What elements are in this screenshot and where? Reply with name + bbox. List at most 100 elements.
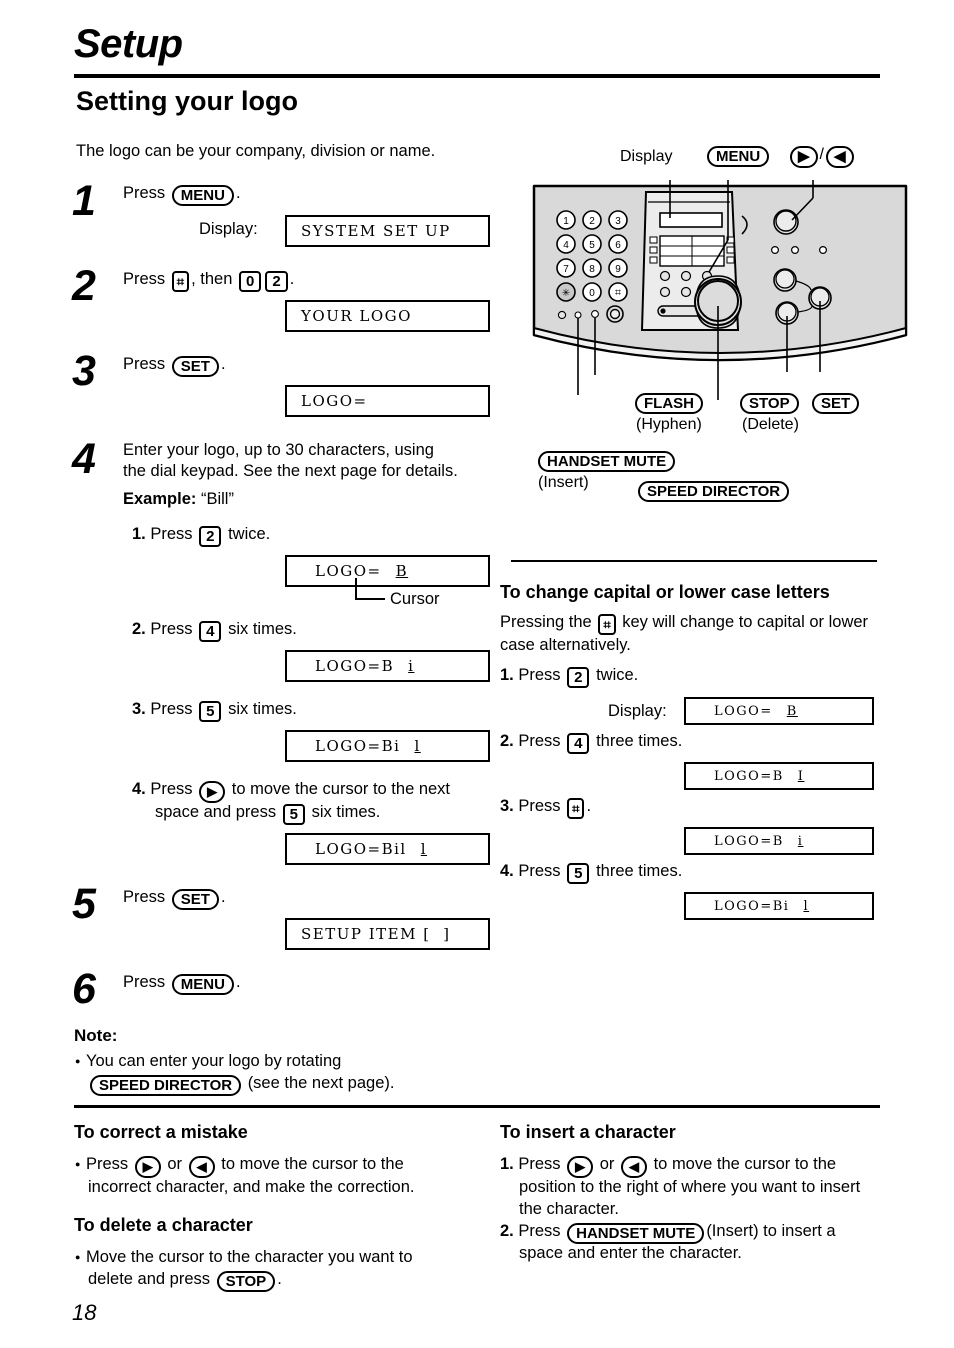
insert-s1-e: the character. [519,1200,619,1218]
substep-4-2-before: Press [150,620,193,638]
case-substep-2-num: 2. [500,732,514,750]
set-key[interactable]: SET [812,393,860,414]
substep-4-4: 4. Press ▶ to move the cursor to the nex… [132,779,532,803]
lcd-pre-case-2: LOGO=B [714,768,784,784]
lcd-pre-4-2: LOGO=B [315,657,395,675]
substep-4-3-before: Press [150,700,193,718]
menu-key[interactable]: MENU [171,185,234,206]
step-4-line1: Enter your logo, up to 30 characters, us… [123,441,434,459]
page-number: 18 [72,1300,97,1325]
case-substep-4-after: three times. [596,862,683,880]
speed-director-key[interactable]: SPEED DIRECTOR [638,481,790,502]
callout-flash-sub: (Hyphen) [636,416,702,433]
right-arrow-key[interactable]: ▶ [567,1156,594,1178]
substep-4-4-after-l2a: space and press [155,803,277,821]
set-key[interactable]: SET [171,356,219,377]
hash-key[interactable]: ⌗ [598,614,616,635]
lcd-text-4-2: LOGO=B i [287,657,414,675]
case-substep-3-after: . [586,797,592,815]
left-arrow-key[interactable]: ◀ [826,146,854,168]
note-line2: (see the next page). [247,1074,395,1092]
callout-handset-mute-sub: (Insert) [538,474,589,491]
substep-4-3: 3. Press 5 six times. [132,699,297,722]
hash-key[interactable]: ⌗ [171,271,190,292]
lcd-text-case-3: LOGO=B i [686,834,803,849]
correct-section-bullet: Press ▶ or ◀ to move the cursor to the [75,1154,486,1178]
lcd-pre-case-3: LOGO=B [714,833,784,849]
set-key[interactable]: SET [171,889,219,910]
step-2-text: Press ⌗, then 02. [123,269,294,292]
case-section-title: To change capital or lower case letters [500,582,830,602]
device-illustration: Display MENU ▶ / ◀ 1 2 3 4 5 6 7 8 9 ✳ 0… [520,146,920,528]
lcd-pre-case-4: LOGO=Bi [714,898,790,914]
step-1-period: . [235,184,241,202]
digit-key-5[interactable]: 5 [199,701,222,722]
lcd-cursor-case-1: B [786,703,798,719]
digit-key-2[interactable]: 2 [199,526,222,547]
lcd-text-case-1: LOGO= B [686,704,798,719]
substep-4-3-num: 3. [132,700,146,718]
svg-text:8: 8 [589,264,595,275]
substep-4-3-after: six times. [228,700,297,718]
digit-key-4[interactable]: 4 [567,733,590,754]
lcd-cursor-case-2: I [797,768,805,784]
digit-key-2[interactable]: 2 [567,667,590,688]
left-arrow-key[interactable]: ◀ [621,1156,647,1178]
case-substep-3-before: Press [518,797,561,815]
substep-4-4-before: Press [150,780,193,798]
step-5-label: Press [123,888,166,906]
hash-key[interactable]: ⌗ [567,798,585,819]
insert-s1-d: position to the right of where you want … [519,1178,861,1196]
intro-text: The logo can be your company, division o… [76,142,436,160]
lcd-text-1: SYSTEM SET UP [301,222,451,240]
step-number-3: 3 [72,347,96,395]
case-substep-3-num: 3. [500,797,514,815]
stop-key[interactable]: STOP [740,393,799,414]
menu-key[interactable]: MENU [171,974,234,995]
substep-4-1: 1. Press 2 twice. [132,524,270,547]
lcd-cursor-case-3: i [797,833,804,849]
svg-text:1: 1 [563,216,569,227]
lcd-text-case-2: LOGO=B I [686,769,804,784]
callout-arrows: ▶ / ◀ [788,146,856,168]
stop-key[interactable]: STOP [216,1271,276,1292]
right-arrow-key[interactable]: ▶ [134,1156,161,1178]
example-value: “Bill” [200,490,234,508]
digit-key-5[interactable]: 5 [567,863,590,884]
step-5-period: . [220,888,226,906]
lcd-box-4-2: LOGO=B i [285,650,490,682]
substep-4-4-after-l1: to move the cursor to the next [231,780,451,798]
lcd-box-case-3: LOGO=B i [684,827,874,855]
delete-line2b: . [277,1270,282,1288]
step-4-text: Enter your logo, up to 30 characters, us… [123,440,523,481]
delete-section-bullet: Move the cursor to the character you wan… [75,1247,486,1268]
right-arrow-key[interactable]: ▶ [199,781,226,803]
step-2-mid: , then [191,270,233,288]
digit-key-4[interactable]: 4 [199,621,222,642]
cursor-label: Cursor [390,590,440,608]
digit-key-2[interactable]: 2 [265,271,288,292]
svg-text:7: 7 [563,264,569,275]
step-3-period: . [220,355,226,373]
lcd-box-4-4: LOGO=Bil l [285,833,490,865]
left-arrow-key[interactable]: ◀ [188,1156,215,1178]
speed-director-key[interactable]: SPEED DIRECTOR [90,1075,242,1096]
menu-key[interactable]: MENU [707,146,770,167]
step-1-text: Press MENU. [123,183,241,206]
right-arrow-key[interactable]: ▶ [790,146,818,168]
insert-s1-a: Press [518,1155,561,1173]
digit-key-0[interactable]: 0 [239,271,262,292]
flash-key[interactable]: FLASH [635,393,703,414]
handset-mute-key[interactable]: HANDSET MUTE [538,451,676,472]
svg-text:✳: ✳ [562,288,570,299]
lcd-cursor-4-2: i [408,657,415,675]
case-substep-1-num: 1. [500,666,514,684]
svg-text:6: 6 [615,240,621,251]
digit-key-5[interactable]: 5 [282,804,306,825]
arrow-slash: / [819,146,824,163]
case-substep-2: 2. Press 4 three times. [500,731,682,754]
case-substep-2-before: Press [518,732,561,750]
substep-4-4-after-l2b: six times. [311,803,381,821]
lcd-text-2: YOUR LOGO [301,307,412,325]
handset-mute-key[interactable]: HANDSET MUTE [567,1223,705,1244]
